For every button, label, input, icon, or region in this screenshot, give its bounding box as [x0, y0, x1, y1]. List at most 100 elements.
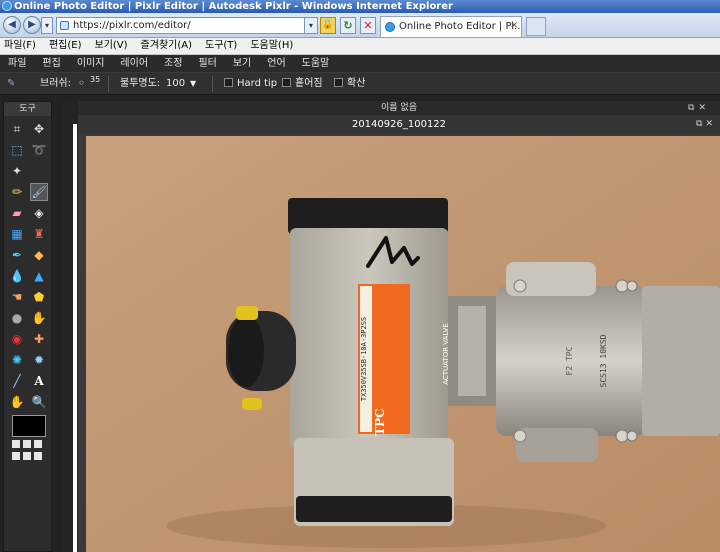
brush-label: 브러쉬:: [40, 78, 71, 89]
opacity-dropdown-icon[interactable]: ▼: [190, 73, 196, 94]
options-divider: [108, 76, 109, 92]
pinch-icon[interactable]: ✹: [30, 351, 48, 369]
tab-close-icon[interactable]: ✕: [510, 17, 518, 36]
history-dropdown-button[interactable]: ▾: [41, 17, 53, 34]
move-icon[interactable]: ✥: [30, 120, 48, 138]
sponge-icon[interactable]: ⬟: [30, 288, 48, 306]
wand-icon[interactable]: ✦: [8, 162, 26, 180]
editor-menu-layer[interactable]: 레이어: [120, 55, 148, 72]
lasso-icon[interactable]: ➰: [30, 141, 48, 159]
eraser-icon[interactable]: ▰: [8, 204, 26, 222]
new-tab-button[interactable]: [526, 17, 546, 36]
red-eye-icon[interactable]: ◉: [8, 330, 26, 348]
opacity-input[interactable]: 100: [166, 73, 185, 94]
browser-menu-view[interactable]: 보기(V): [95, 38, 128, 54]
stop-button[interactable]: ✕: [360, 17, 376, 34]
lock-icon[interactable]: 🔒: [320, 17, 336, 34]
app-window: Online Photo Editor | Pixlr Editor | Aut…: [0, 0, 720, 552]
color-picker-icon[interactable]: ╱: [8, 372, 26, 390]
image-close-icon[interactable]: ✕: [705, 119, 716, 129]
forward-button[interactable]: ▶: [23, 16, 41, 34]
tab-title: Online Photo Editor | Pi...: [399, 21, 522, 32]
body-marking-text: F2 TPC: [565, 346, 574, 375]
bucket-icon[interactable]: ◈: [30, 204, 48, 222]
document-window-controls: ⧉✕: [688, 101, 710, 115]
spread-checkbox[interactable]: [334, 78, 343, 87]
browser-tab[interactable]: Online Photo Editor | Pi... ✕: [380, 16, 522, 37]
editor-menu-file[interactable]: 파일: [8, 55, 26, 72]
browser-menu-bar: 파일(F) 편집(E) 보기(V) 즐겨찾기(A) 도구(T) 도움말(H): [0, 38, 720, 55]
hard-tip-checkbox[interactable]: [224, 78, 233, 87]
scatter-option[interactable]: 흩어짐: [282, 73, 323, 94]
document-title-bar: 이름 없음 ⧉✕: [78, 101, 720, 115]
actuator-bottom-cap: [296, 496, 452, 522]
browser-menu-favorites[interactable]: 즐겨찾기(A): [141, 38, 192, 54]
toolbox-panel: 도구 ⌗ ✥ ⬚ ➰ ✦ ✏ 🖌 ▰ ◈ ▦ ♜ ✒ ◆ 💧 ▲ ☚ ⬟ ● ✋…: [3, 101, 52, 552]
address-bar-area: ◀ ▶ ▾ https://pixlr.com/editor/ ▾ 🔒 ↻ ✕ …: [0, 13, 720, 38]
dodge-icon[interactable]: ●: [8, 309, 26, 327]
brush-icon[interactable]: 🖌: [30, 183, 48, 201]
vertical-scroll-indicator[interactable]: [73, 124, 77, 552]
page-icon: [60, 21, 69, 30]
editor-menu-view[interactable]: 보기: [233, 55, 251, 72]
blur-icon[interactable]: 💧: [8, 267, 26, 285]
photo-canvas[interactable]: TPC ACTUATOR VALVE TX350V35SB-10A-3P2SS …: [86, 136, 720, 552]
refresh-button[interactable]: ↻: [340, 17, 356, 34]
image-title-bar: 20140926_100122 ⧉✕: [78, 115, 720, 134]
crop-icon[interactable]: ⌗: [8, 120, 26, 138]
gradient-icon[interactable]: ▦: [8, 225, 26, 243]
marquee-icon[interactable]: ⬚: [8, 141, 26, 159]
zoom-icon[interactable]: 🔍: [30, 393, 48, 411]
window-title-bar: Online Photo Editor | Pixlr Editor | Aut…: [0, 0, 720, 13]
editor-menu-image[interactable]: 이미지: [77, 55, 105, 72]
canvas-area[interactable]: TPC ACTUATOR VALVE TX350V35SB-10A-3P2SS …: [78, 134, 720, 552]
document-title: 이름 없음: [381, 103, 417, 113]
browser-menu-edit[interactable]: 편집(E): [49, 38, 82, 54]
pencil-icon[interactable]: ✏: [8, 183, 26, 201]
linkage-coupler: [458, 306, 486, 396]
yellow-indicator-bottom: [242, 398, 262, 410]
back-button[interactable]: ◀: [3, 16, 21, 34]
brush-preset-picker[interactable]: ◦: [78, 73, 85, 94]
scatter-checkbox[interactable]: [282, 78, 291, 87]
options-divider: [212, 76, 213, 92]
yellow-indicator-top: [236, 306, 258, 320]
browser-menu-tools[interactable]: 도구(T): [205, 38, 237, 54]
type-icon[interactable]: A: [30, 372, 48, 390]
hand-icon[interactable]: ✋: [8, 393, 26, 411]
foreground-color-swatch[interactable]: [12, 415, 46, 437]
spot-heal-icon[interactable]: ✚: [30, 330, 48, 348]
editor-menu-edit[interactable]: 편집: [42, 55, 60, 72]
hard-tip-option[interactable]: Hard tip: [224, 73, 277, 94]
palette-grid-icon[interactable]: [12, 440, 42, 462]
smudge-icon[interactable]: ☚: [8, 288, 26, 306]
editor-menu-adjustment[interactable]: 조정: [164, 55, 182, 72]
label-model-text: TX350V35SB-10A-3P2SS: [360, 317, 368, 401]
valve-photo: TPC ACTUATOR VALVE TX350V35SB-10A-3P2SS …: [86, 136, 720, 552]
drawing-icon[interactable]: ◆: [30, 246, 48, 264]
close-icon[interactable]: ✕: [698, 103, 710, 113]
tab-favicon-icon: [385, 22, 395, 32]
browser-menu-help[interactable]: 도움말(H): [250, 38, 293, 54]
editor-menu-help[interactable]: 도움말: [302, 55, 330, 72]
knob-face: [228, 315, 264, 387]
valve-bottom-port: [516, 428, 598, 462]
browser-menu-file[interactable]: 파일(F): [4, 38, 36, 54]
clone-stamp-icon[interactable]: ♜: [30, 225, 48, 243]
restore-icon[interactable]: ⧉: [688, 103, 698, 113]
spread-label: 확산: [347, 78, 366, 89]
bloat-icon[interactable]: ✺: [8, 351, 26, 369]
address-input[interactable]: https://pixlr.com/editor/: [56, 17, 318, 34]
color-replace-icon[interactable]: ✒: [8, 246, 26, 264]
spread-option[interactable]: 확산: [334, 73, 365, 94]
sharpen-icon[interactable]: ▲: [30, 267, 48, 285]
image-title: 20140926_100122: [351, 119, 447, 130]
editor-menu-filter[interactable]: 필터: [198, 55, 216, 72]
hard-tip-label: Hard tip: [237, 78, 278, 89]
burn-icon[interactable]: ✋: [30, 309, 48, 327]
editor-menu-language[interactable]: 언어: [267, 55, 285, 72]
image-window-controls: ⧉✕: [696, 115, 716, 134]
address-dropdown-button[interactable]: ▾: [304, 17, 318, 34]
valve-right-cap: [642, 286, 720, 436]
brush-tool-indicator-icon: ✎: [7, 78, 16, 89]
